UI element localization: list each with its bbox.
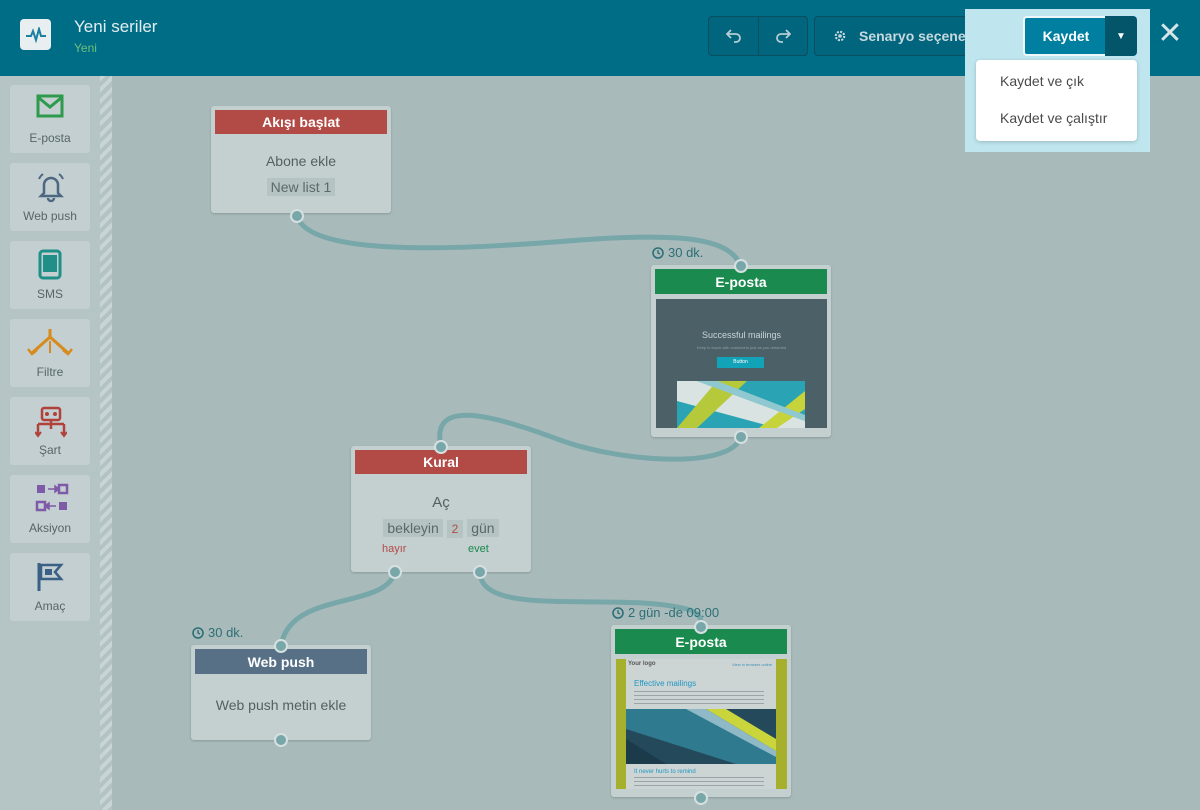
preview-browser-link: View in browser online <box>732 662 772 667</box>
rule-yes-output-port[interactable] <box>473 565 487 579</box>
page-title: Yeni seriler <box>74 17 158 36</box>
connector-rule-webpush <box>278 571 398 647</box>
preview-logo: Your logo <box>628 661 656 667</box>
undo-icon <box>725 29 741 43</box>
save-dropdown-menu: Kaydet ve çık Kaydet ve çalıştır <box>976 60 1137 141</box>
email1-timer: 30 dk. <box>652 245 703 260</box>
page-subtitle: Yeni <box>74 41 97 55</box>
pulse-icon <box>25 26 46 43</box>
email2-preview: Your logo View in browser online Effecti… <box>616 659 787 789</box>
preview-text-lines <box>634 691 764 705</box>
start-node[interactable]: Akışı başlat Abone ekle New list 1 <box>211 106 391 213</box>
save-button[interactable]: Kaydet <box>1023 16 1107 56</box>
wait-unit: gün <box>467 519 499 537</box>
clock-icon <box>612 606 624 619</box>
gear-icon <box>834 30 846 42</box>
list-tag: New list 1 <box>266 178 336 196</box>
preview-heading: Effective mailings <box>634 679 697 688</box>
start-node-action: Abone ekle <box>265 153 337 169</box>
rule-input-port[interactable] <box>434 440 448 454</box>
rule-no-output-port[interactable] <box>388 565 402 579</box>
save-dropdown-toggle[interactable]: ▼ <box>1105 16 1137 56</box>
clock-icon <box>652 246 664 259</box>
menu-item-save-exit[interactable]: Kaydet ve çık <box>1000 73 1084 89</box>
email2-timer-text: 2 gün -de 09:00 <box>628 605 720 620</box>
app-logo <box>20 19 51 50</box>
preview-artwork <box>677 381 805 428</box>
wait-label: bekleyin <box>383 519 443 537</box>
preview-title: Successful mailings <box>701 330 782 340</box>
webpush-timer-text: 30 dk. <box>208 625 244 640</box>
preview-button: Button <box>717 357 764 368</box>
email2-input-port[interactable] <box>694 620 708 634</box>
start-output-port[interactable] <box>290 209 304 223</box>
preview-paper: Your logo View in browser online Effecti… <box>626 659 776 789</box>
preview-text-lines <box>634 777 764 787</box>
email1-output-port[interactable] <box>734 430 748 444</box>
yes-branch-label: evet <box>468 543 489 555</box>
webpush-output-port[interactable] <box>274 733 288 747</box>
email2-output-port[interactable] <box>694 791 708 805</box>
caret-down-icon: ▼ <box>1116 30 1126 42</box>
close-icon: ✕ <box>1157 17 1183 50</box>
email1-input-port[interactable] <box>734 259 748 273</box>
webpush-timer: 30 dk. <box>192 625 243 640</box>
redo-icon <box>776 29 791 43</box>
webpush-input-port[interactable] <box>274 639 288 653</box>
webpush-node[interactable]: Web push Web push metin ekle <box>191 645 371 740</box>
email1-timer-text: 30 dk. <box>668 245 704 260</box>
no-branch-label: hayır <box>382 543 407 555</box>
email1-preview: Successful mailings Keep in touch with c… <box>656 299 827 428</box>
menu-item-save-run[interactable]: Kaydet ve çalıştır <box>1000 110 1107 126</box>
clock-icon <box>192 626 204 639</box>
preview-artwork <box>626 709 776 764</box>
preview-subheading: It never hurts to remind <box>634 769 696 775</box>
undo-button[interactable] <box>709 17 758 55</box>
rule-node-action: Aç <box>432 494 450 511</box>
start-node-title: Akışı başlat <box>215 110 387 134</box>
redo-button[interactable] <box>758 17 807 55</box>
preview-subtitle: Keep in touch with customers just as you… <box>696 345 787 350</box>
history-buttons <box>708 16 808 56</box>
wait-value[interactable]: 2 <box>446 520 464 538</box>
rule-node[interactable]: Kural Aç bekleyin 2 gün hayır evet <box>351 446 531 572</box>
email2-timer: 2 gün -de 09:00 <box>612 605 719 620</box>
close-button[interactable]: ✕ <box>1155 19 1185 49</box>
webpush-node-body: Web push metin ekle <box>215 697 347 713</box>
